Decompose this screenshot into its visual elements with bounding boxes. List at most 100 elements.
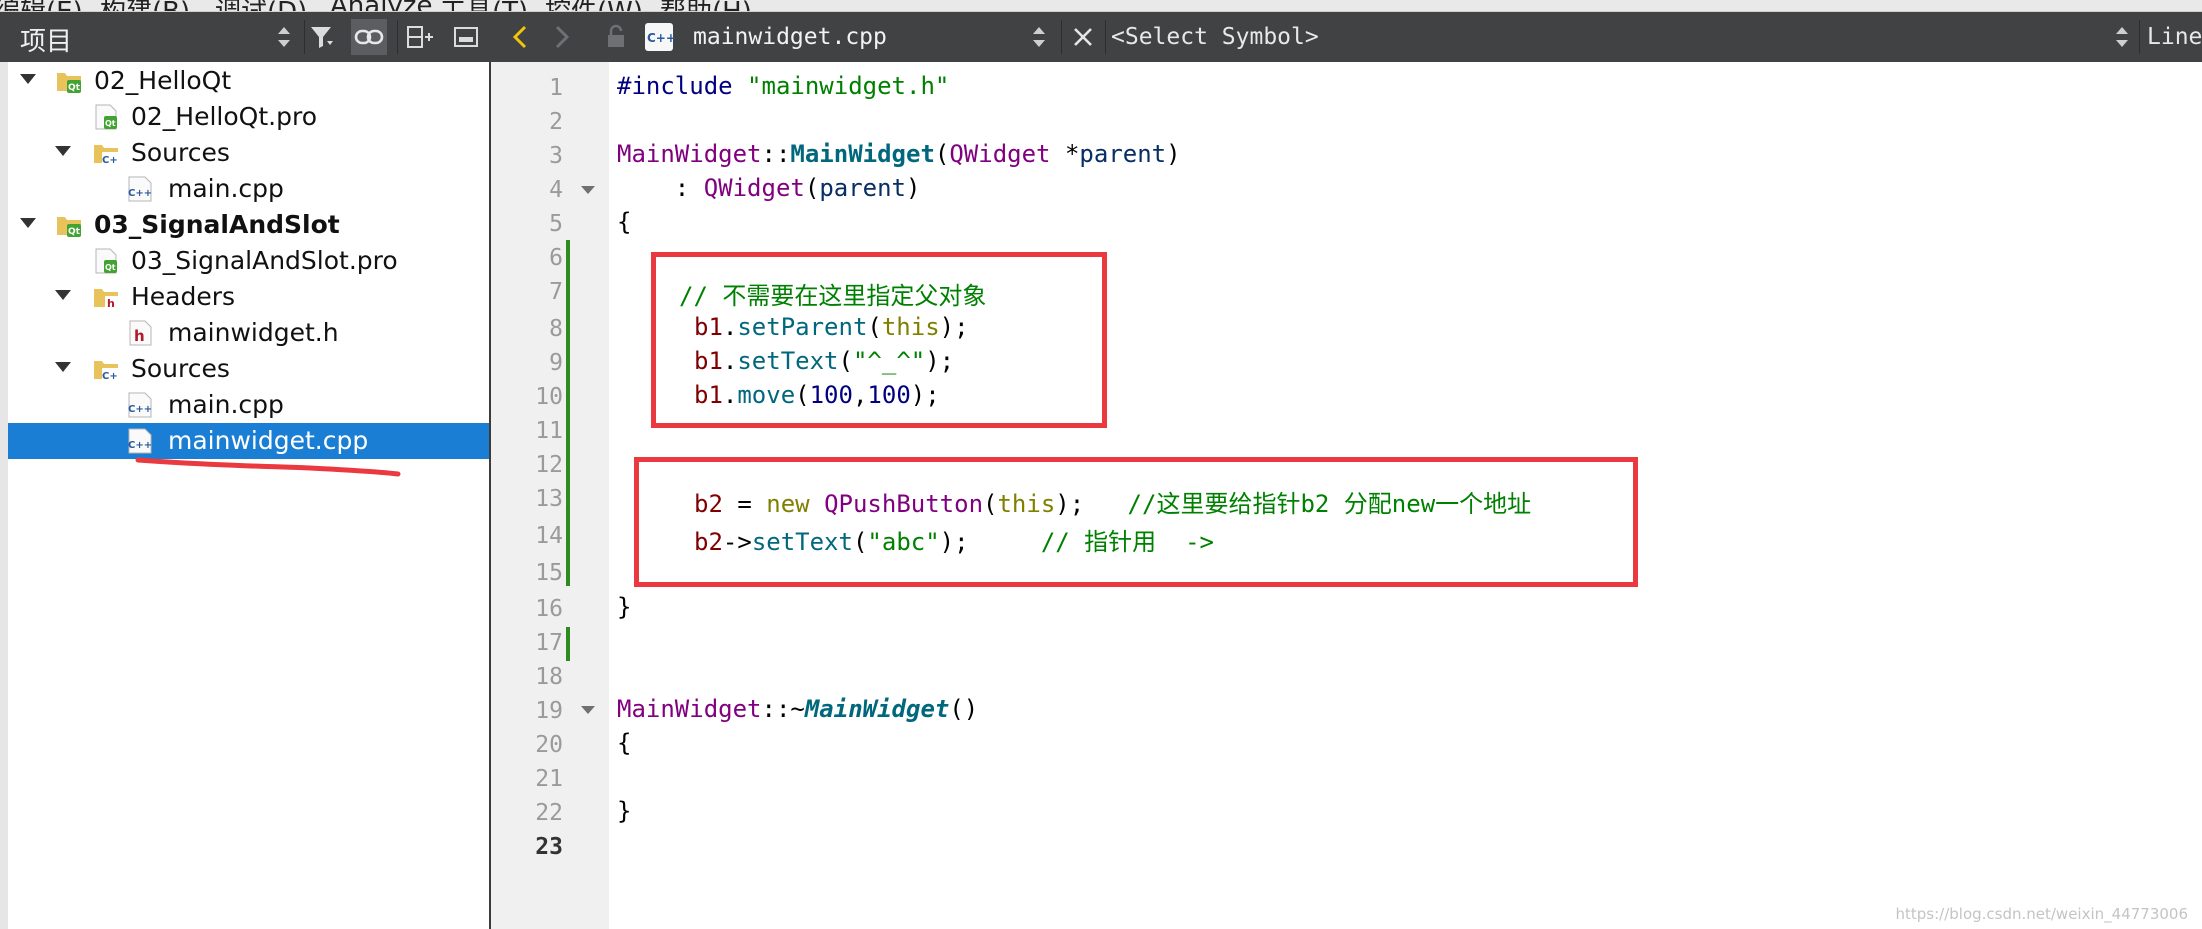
token-punct: ) xyxy=(906,174,921,202)
menu-debug[interactable]: 调试(D) xyxy=(215,0,307,11)
split-view-icon[interactable] xyxy=(402,19,438,55)
tree-item-label: Sources xyxy=(131,354,230,383)
project-toolbar: 项目 xyxy=(0,12,491,62)
tree-item-label: Headers xyxy=(131,282,236,311)
tree-item-main-cpp-1[interactable]: C++ main.cpp xyxy=(8,171,489,207)
fold-marker-icon[interactable] xyxy=(581,186,595,194)
tree-item-label: 03_SignalAndSlot xyxy=(94,210,340,239)
svg-text:Qt: Qt xyxy=(105,119,116,128)
tree-item-mainwidget-h[interactable]: h mainwidget.h xyxy=(8,315,489,351)
red-box-annotation xyxy=(634,457,1638,587)
token-class: MainWidget xyxy=(617,695,762,723)
header-folder-icon: h xyxy=(92,283,120,311)
menu-help[interactable]: 帮助(H) xyxy=(660,0,752,11)
menu-analyze[interactable]: Analyze xyxy=(330,0,432,11)
tree-item-label: mainwidget.h xyxy=(168,318,339,347)
changed-lines-marker xyxy=(566,627,570,661)
symbol-select-updown-icon[interactable] xyxy=(2104,19,2140,55)
tree-item-label: 03_SignalAndSlot.pro xyxy=(131,246,398,275)
current-file-name[interactable]: mainwidget.cpp xyxy=(693,24,887,50)
tree-item-label: main.cpp xyxy=(168,174,284,203)
pro-file-icon: Qt xyxy=(92,103,120,131)
svg-text:Qt: Qt xyxy=(68,227,81,237)
menu-build[interactable]: 构建(B) xyxy=(100,0,190,11)
tree-item-sources-1[interactable]: C+ Sources xyxy=(8,135,489,171)
svg-text:Qt: Qt xyxy=(105,263,116,272)
header-file-icon: h xyxy=(126,319,154,347)
cpp-file-icon: C++ xyxy=(126,175,154,203)
red-underline-annotation xyxy=(135,457,401,477)
menu-tools[interactable]: 工具(T) xyxy=(440,0,528,11)
token-punct: () xyxy=(949,695,979,723)
token-punct: :: xyxy=(761,140,791,168)
red-box-annotation xyxy=(651,252,1107,428)
tree-item-02-helloqt-pro[interactable]: Qt 02_HelloQt.pro xyxy=(8,99,489,135)
line-number: 7 xyxy=(549,279,563,305)
token-function: MainWidget xyxy=(790,140,935,168)
token-string: "mainwidget.h" xyxy=(747,72,950,100)
line-number: 11 xyxy=(535,418,563,444)
token-punct: : xyxy=(617,174,704,202)
token-param: parent xyxy=(1079,140,1167,168)
filter-icon[interactable] xyxy=(304,19,340,55)
go-back-icon[interactable] xyxy=(502,19,538,55)
token-punct: * xyxy=(1050,140,1080,168)
line-number: 22 xyxy=(535,800,563,826)
expand-arrow-icon[interactable] xyxy=(55,290,71,300)
current-line-number: 23 xyxy=(535,834,563,860)
line-number: 8 xyxy=(549,316,563,342)
expand-arrow-icon[interactable] xyxy=(20,218,36,228)
symbol-selector[interactable]: <Select Symbol> xyxy=(1111,24,1319,50)
line-number: 12 xyxy=(535,452,563,478)
tree-item-03-signalandslot[interactable]: Qt 03_SignalAndSlot xyxy=(8,207,489,243)
close-document-icon[interactable] xyxy=(1065,19,1101,55)
tree-item-label: mainwidget.cpp xyxy=(168,426,369,455)
token-punct: ( xyxy=(804,174,820,202)
tree-side-strip xyxy=(0,62,8,929)
tree-item-main-cpp-2[interactable]: C++ main.cpp xyxy=(8,387,489,423)
token-param: parent xyxy=(819,174,907,202)
lock-icon[interactable] xyxy=(598,19,634,55)
code-line-4: : QWidget(parent) xyxy=(617,174,921,202)
pro-file-icon: Qt xyxy=(92,247,120,275)
tree-item-label: 02_HelloQt xyxy=(94,66,232,95)
view-select-updown-icon[interactable] xyxy=(266,19,302,55)
svg-text:C+: C+ xyxy=(102,371,118,382)
code-line-20: { xyxy=(617,729,632,757)
line-number: 19 xyxy=(535,698,563,724)
tree-item-03-signalandslot-pro[interactable]: Qt 03_SignalAndSlot.pro xyxy=(8,243,489,279)
menu-edit[interactable]: 编辑(E) xyxy=(0,0,83,11)
tree-item-headers[interactable]: h Headers xyxy=(8,279,489,315)
svg-text:h: h xyxy=(134,327,145,345)
watermark-text: https://blog.csdn.net/weixin_44773006 xyxy=(1895,905,2188,923)
expand-arrow-icon[interactable] xyxy=(55,362,71,372)
file-select-updown-icon[interactable] xyxy=(1021,19,1057,55)
svg-text:Qt: Qt xyxy=(68,83,81,93)
tree-item-sources-2[interactable]: C+ Sources xyxy=(8,351,489,387)
cpp-sources-folder-icon: C+ xyxy=(92,355,120,383)
fold-marker-icon[interactable] xyxy=(581,706,595,714)
project-panel-title: 项目 xyxy=(20,27,73,57)
code-line-22: } xyxy=(617,797,632,825)
token-class: QWidget xyxy=(703,174,805,202)
cpp-file-icon: C++ xyxy=(126,427,154,455)
expand-arrow-icon[interactable] xyxy=(20,74,36,84)
tree-item-label: Sources xyxy=(131,138,230,167)
tree-item-02-helloqt[interactable]: Qt 02_HelloQt xyxy=(8,63,489,99)
line-number: 20 xyxy=(535,732,563,758)
token-punct: ( xyxy=(934,140,950,168)
token-punct: ) xyxy=(1166,140,1181,168)
line-number: 10 xyxy=(535,384,563,410)
editor-toolbar: C++ mainwidget.cpp <Select Symbol> Line: xyxy=(491,12,2202,62)
go-forward-icon[interactable] xyxy=(544,19,580,55)
line-number: 4 xyxy=(549,177,563,203)
expand-arrow-icon[interactable] xyxy=(55,146,71,156)
close-sidebar-icon[interactable] xyxy=(448,19,484,55)
sync-link-icon[interactable] xyxy=(351,19,387,55)
line-indicator[interactable]: Line: xyxy=(2147,24,2202,50)
line-number: 6 xyxy=(549,245,563,271)
menu-widgets[interactable]: 控件(W) xyxy=(545,0,643,11)
token-directive: #include xyxy=(617,72,733,100)
changed-lines-marker xyxy=(566,240,570,586)
cpp-file-icon: C++ xyxy=(126,391,154,419)
